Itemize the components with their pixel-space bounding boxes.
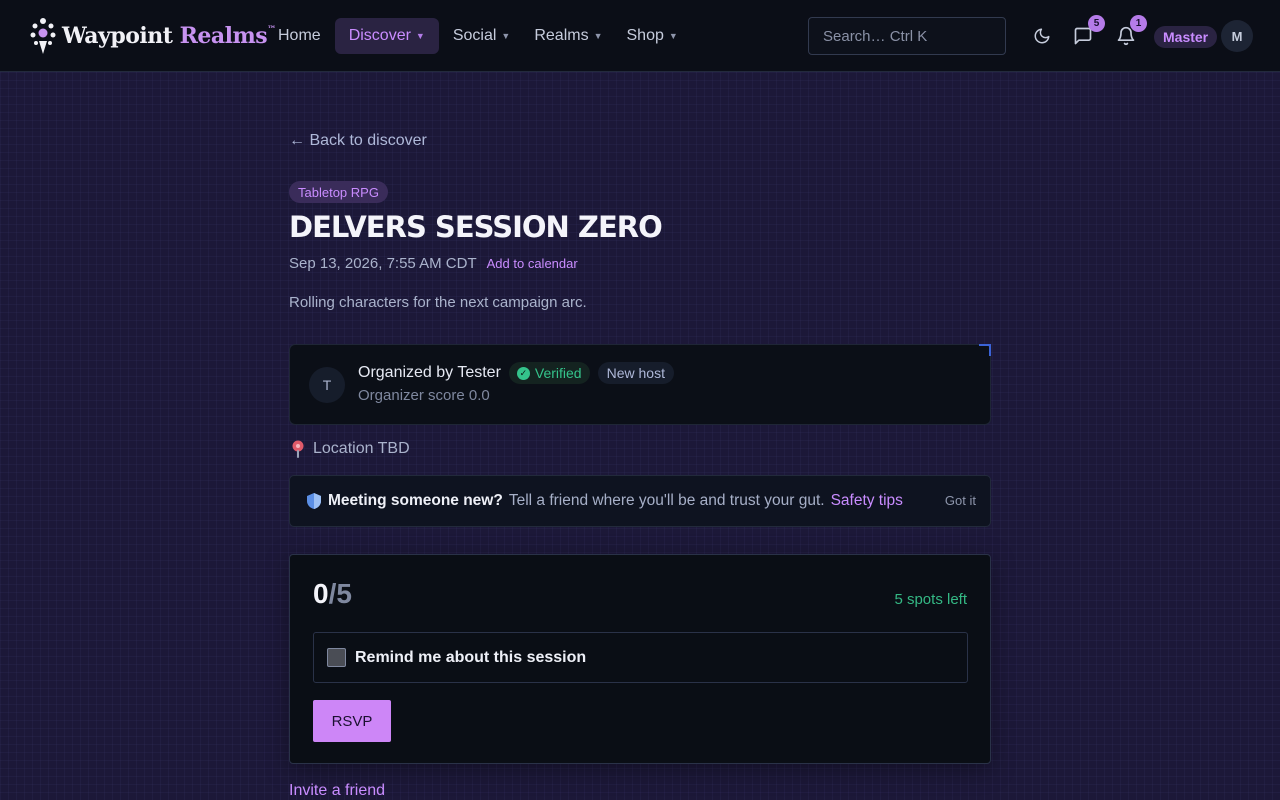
moon-icon bbox=[1034, 28, 1050, 44]
chevron-down-icon: ▼ bbox=[593, 31, 603, 41]
dismiss-safety-button[interactable]: Got it bbox=[945, 493, 976, 508]
chevron-down-icon: ▼ bbox=[501, 31, 511, 41]
safety-headline: Meeting someone new? bbox=[328, 492, 503, 509]
reminder-checkbox[interactable] bbox=[327, 648, 346, 667]
page-title: DELVERS SESSION ZERO bbox=[289, 210, 663, 244]
rsvp-button[interactable]: RSVP bbox=[313, 700, 391, 742]
organizer-score: Organizer score 0.0 bbox=[358, 387, 490, 404]
event-datetime: Sep 13, 2026, 7:55 AM CDT bbox=[289, 255, 477, 272]
brand-name: Waypoint Realms™ bbox=[62, 23, 276, 49]
nav-shop[interactable]: Shop ▼ bbox=[617, 18, 688, 54]
nav-realms[interactable]: Realms ▼ bbox=[524, 18, 612, 54]
messages-count-badge: 5 bbox=[1088, 15, 1105, 32]
safety-banner: Meeting someone new? Tell a friend where… bbox=[289, 475, 991, 527]
user-avatar[interactable]: M bbox=[1221, 20, 1253, 52]
spots-left-text: 5 spots left bbox=[894, 591, 967, 608]
attendance-count: 0/5 bbox=[313, 578, 352, 609]
card-corner-accent bbox=[979, 344, 991, 356]
sparkle-logo-icon bbox=[30, 18, 56, 54]
notifications-count-badge: 1 bbox=[1130, 15, 1147, 32]
invite-friend-link[interactable]: Invite a friend bbox=[289, 782, 385, 800]
event-location: Location TBD bbox=[291, 440, 410, 458]
nav-social[interactable]: Social ▼ bbox=[443, 18, 521, 54]
category-tag[interactable]: Tabletop RPG bbox=[289, 181, 388, 203]
organizer-avatar[interactable]: T bbox=[309, 367, 345, 403]
chevron-down-icon: ▼ bbox=[415, 31, 425, 41]
reminder-label[interactable]: Remind me about this session bbox=[355, 649, 586, 667]
brand-logo[interactable]: Waypoint Realms™ bbox=[30, 16, 276, 56]
top-navigation-bar: Waypoint Realms™ Home Discover ▼ Social ▼ … bbox=[0, 0, 1280, 72]
organizer-header: Organized by Tester ✓ Verified New host bbox=[358, 362, 674, 384]
shield-icon bbox=[307, 493, 321, 509]
search-input[interactable]: Search… Ctrl K bbox=[808, 17, 1006, 55]
safety-body: Tell a friend where you'll be and trust … bbox=[508, 492, 825, 509]
nav-home[interactable]: Home bbox=[268, 18, 331, 54]
back-to-discover-link[interactable]: ← Back to discover bbox=[289, 132, 427, 150]
safety-message: Meeting someone new? Tell a friend where… bbox=[306, 492, 903, 510]
nav-discover[interactable]: Discover ▼ bbox=[334, 18, 439, 54]
user-role-badge: Master bbox=[1154, 26, 1218, 48]
event-date-row: Sep 13, 2026, 7:55 AM CDT Add to calenda… bbox=[289, 255, 578, 272]
reminder-option[interactable]: Remind me about this session bbox=[313, 632, 968, 683]
safety-tips-link[interactable]: Safety tips bbox=[831, 492, 903, 510]
new-host-badge: New host bbox=[597, 362, 674, 384]
map-pin-icon bbox=[292, 440, 304, 458]
organizer-card: T Organized by Tester ✓ Verified New hos… bbox=[289, 344, 991, 425]
event-description: Rolling characters for the next campaign… bbox=[289, 294, 587, 311]
search-placeholder: Search… Ctrl K bbox=[823, 27, 928, 45]
main-nav: Home Discover ▼ Social ▼ Realms ▼ Shop ▼ bbox=[268, 18, 688, 54]
check-circle-icon: ✓ bbox=[516, 366, 530, 380]
organizer-name[interactable]: Organized by Tester bbox=[358, 364, 501, 382]
location-text: Location TBD bbox=[313, 440, 410, 457]
theme-toggle-button[interactable] bbox=[1030, 24, 1054, 48]
rsvp-card: 0/5 5 spots left Remind me about this se… bbox=[289, 554, 991, 764]
add-to-calendar-link[interactable]: Add to calendar bbox=[487, 256, 578, 271]
verified-badge: ✓ Verified bbox=[508, 362, 590, 384]
chevron-down-icon: ▼ bbox=[668, 31, 678, 41]
